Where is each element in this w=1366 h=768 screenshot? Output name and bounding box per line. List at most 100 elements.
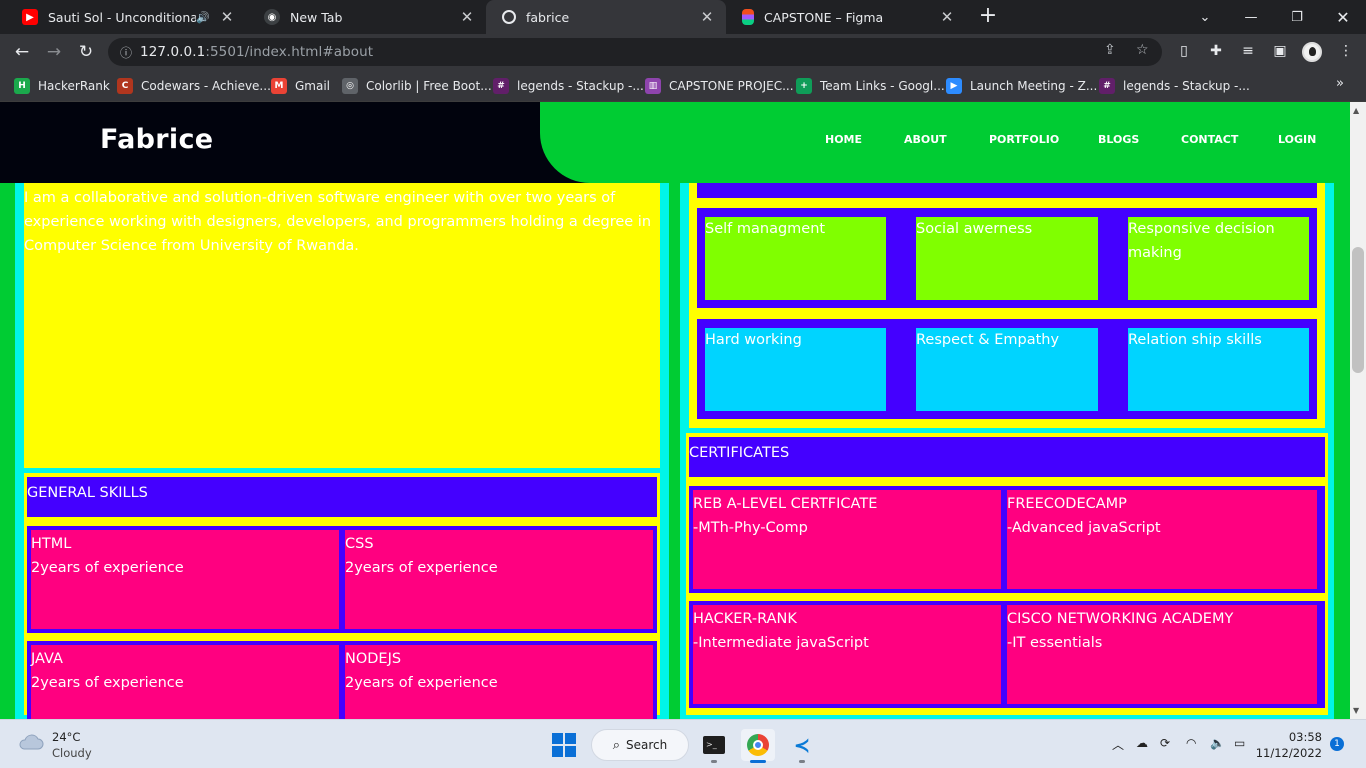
page-viewport: I am a collaborative and solution-driven…: [0, 102, 1350, 719]
bookmark-label: Launch Meeting - Z...: [970, 79, 1098, 93]
notification-badge[interactable]: 1: [1330, 737, 1344, 751]
minimize-button[interactable]: —: [1228, 0, 1274, 34]
soft-skill-card: Hard working: [705, 328, 886, 411]
youtube-icon: ▶: [22, 9, 38, 25]
soft-skill-card: Respect & Empathy: [916, 328, 1098, 411]
figma-icon: [742, 9, 754, 25]
nav-blogs[interactable]: BLOGS: [1098, 133, 1139, 146]
chrome-app[interactable]: [741, 729, 775, 763]
tab-strip: ▶ Sauti Sol - Unconditionally B 🔊 ✕ ◉ Ne…: [0, 0, 1366, 34]
phone-icon[interactable]: ▯: [1174, 43, 1194, 61]
certificates-row-2: HACKER-RANK -Intermediate javaScript CIS…: [689, 601, 1325, 708]
system-clock[interactable]: 03:58 11/12/2022: [1256, 729, 1322, 761]
skill-name: CSS: [345, 536, 374, 552]
scrollbar-thumb[interactable]: [1352, 247, 1364, 373]
bookmark-star-icon[interactable]: ☆: [1136, 42, 1149, 58]
bookmark-capstone[interactable]: ▥ CAPSTONE PROJEC...: [645, 77, 794, 95]
scroll-up-icon[interactable]: ▲: [1353, 106, 1359, 115]
tab-figma[interactable]: CAPSTONE – Figma ✕: [726, 0, 966, 34]
reload-icon[interactable]: ↻: [74, 40, 98, 64]
skills-row-1: HTML 2years of experience CSS 2years of …: [27, 526, 657, 633]
terminal-app[interactable]: >_: [697, 729, 731, 763]
close-icon[interactable]: ✕: [698, 8, 716, 26]
nav-about[interactable]: ABOUT: [904, 133, 947, 146]
back-icon[interactable]: ←: [10, 40, 34, 64]
weather-temperature[interactable]: 24°C: [52, 730, 80, 744]
bookmark-codewars[interactable]: C Codewars - Achieve...: [117, 77, 271, 95]
nav-home[interactable]: HOME: [825, 133, 862, 146]
bookmark-colorlib[interactable]: ◎ Colorlib | Free Boot...: [342, 77, 492, 95]
close-window-button[interactable]: ✕: [1320, 0, 1366, 34]
bookmark-stackup-2[interactable]: # legends - Stackup -...: [1099, 77, 1250, 95]
site-logo[interactable]: Fabrice: [100, 124, 213, 155]
slack-icon: #: [1099, 78, 1115, 94]
nav-contact[interactable]: CONTACT: [1181, 133, 1238, 146]
close-icon[interactable]: ✕: [218, 8, 236, 26]
tray-overflow-icon[interactable]: ︿: [1112, 736, 1124, 753]
nav-portfolio[interactable]: PORTFOLIO: [989, 133, 1059, 146]
soft-skill-card: Self managment: [705, 217, 886, 300]
gmail-icon: M: [271, 78, 287, 94]
windows-start-icon[interactable]: [552, 733, 576, 757]
vscode-app[interactable]: ≺: [785, 729, 819, 763]
bookmark-label: Colorlib | Free Boot...: [366, 79, 492, 93]
menu-kebab-icon[interactable]: ⋮: [1336, 43, 1356, 61]
side-panel-icon[interactable]: ▣: [1270, 43, 1290, 61]
site-info-icon[interactable]: ⓘ: [112, 44, 140, 61]
media-control-icon[interactable]: ≡: [1238, 43, 1258, 61]
battery-icon[interactable]: ▭: [1234, 736, 1245, 750]
tab-youtube[interactable]: ▶ Sauti Sol - Unconditionally B 🔊 ✕: [6, 0, 246, 34]
tab-new-tab[interactable]: ◉ New Tab ✕: [248, 0, 486, 34]
weather-condition[interactable]: Cloudy: [52, 746, 92, 760]
bookmark-zoom[interactable]: ▶ Launch Meeting - Z...: [946, 77, 1097, 95]
wifi-icon[interactable]: ◠: [1186, 736, 1196, 750]
certificates-card: CERTIFICATES REB A-LEVEL CERTFICATE -MTh…: [686, 433, 1328, 715]
skill-detail: 2years of experience: [345, 675, 498, 691]
soft-skill-label: Self managment: [705, 221, 826, 237]
certificate-name: HACKER-RANK: [693, 611, 797, 627]
sync-icon[interactable]: ⟳: [1160, 736, 1170, 750]
bookmarks-overflow-icon[interactable]: »: [1336, 76, 1344, 91]
scroll-down-icon[interactable]: ▼: [1353, 706, 1359, 715]
extensions-icon[interactable]: ✚: [1206, 43, 1226, 61]
share-icon[interactable]: ⇪: [1104, 42, 1116, 58]
close-icon[interactable]: ✕: [458, 8, 476, 26]
tab-title: CAPSTONE – Figma: [764, 9, 884, 25]
forward-icon[interactable]: →: [42, 40, 66, 64]
profile-avatar[interactable]: [1302, 42, 1322, 62]
certificates-title: CERTIFICATES: [689, 445, 790, 461]
search-label: Search: [626, 738, 668, 752]
bookmark-stackup-1[interactable]: # legends - Stackup -...: [493, 77, 644, 95]
speaker-icon[interactable]: 🔊: [196, 11, 210, 24]
nav-login[interactable]: LOGIN: [1278, 133, 1316, 146]
soft-skill-card: Responsive decision making: [1128, 217, 1309, 300]
tab-search-icon[interactable]: ⌄: [1182, 0, 1228, 34]
terminal-icon: >_: [703, 736, 725, 754]
skill-name: JAVA: [31, 651, 63, 667]
page-scrollbar[interactable]: ▲ ▼: [1350, 102, 1366, 719]
volume-icon[interactable]: 🔈: [1210, 736, 1225, 750]
tab-fabrice[interactable]: fabrice ✕: [486, 0, 726, 34]
skill-detail: 2years of experience: [31, 675, 184, 691]
restore-button[interactable]: ❐: [1274, 0, 1320, 34]
skill-name: HTML: [31, 536, 72, 552]
bookmark-team-links[interactable]: + Team Links - Googl...: [796, 77, 945, 95]
certificate-detail: -Intermediate javaScript: [693, 635, 869, 651]
bookmark-hackerrank[interactable]: H HackerRank: [14, 77, 110, 95]
clock-date: 11/12/2022: [1255, 746, 1322, 760]
bookmark-label: CAPSTONE PROJEC...: [669, 79, 794, 93]
taskbar-search[interactable]: ⌕ Search: [591, 729, 689, 761]
new-tab-button[interactable]: +: [976, 4, 1000, 28]
skill-card-java: JAVA 2years of experience: [31, 645, 339, 719]
zoom-icon: ▶: [946, 78, 962, 94]
tab-title: Sauti Sol - Unconditionally B: [48, 9, 197, 25]
bookmark-label: legends - Stackup -...: [1123, 79, 1250, 93]
skill-detail: 2years of experience: [31, 560, 184, 576]
address-bar[interactable]: ⓘ 127.0.0.1:5501/index.html#about ⇪ ☆: [108, 38, 1162, 66]
onedrive-icon[interactable]: ☁: [1136, 736, 1148, 750]
soft-skills-row-2: Hard working Respect & Empathy Relation …: [697, 319, 1317, 419]
certificates-header: CERTIFICATES: [689, 437, 1325, 477]
close-icon[interactable]: ✕: [938, 8, 956, 26]
bookmark-gmail[interactable]: M Gmail: [271, 77, 330, 95]
right-column: Self managment Social awerness Responsiv…: [680, 162, 1334, 719]
